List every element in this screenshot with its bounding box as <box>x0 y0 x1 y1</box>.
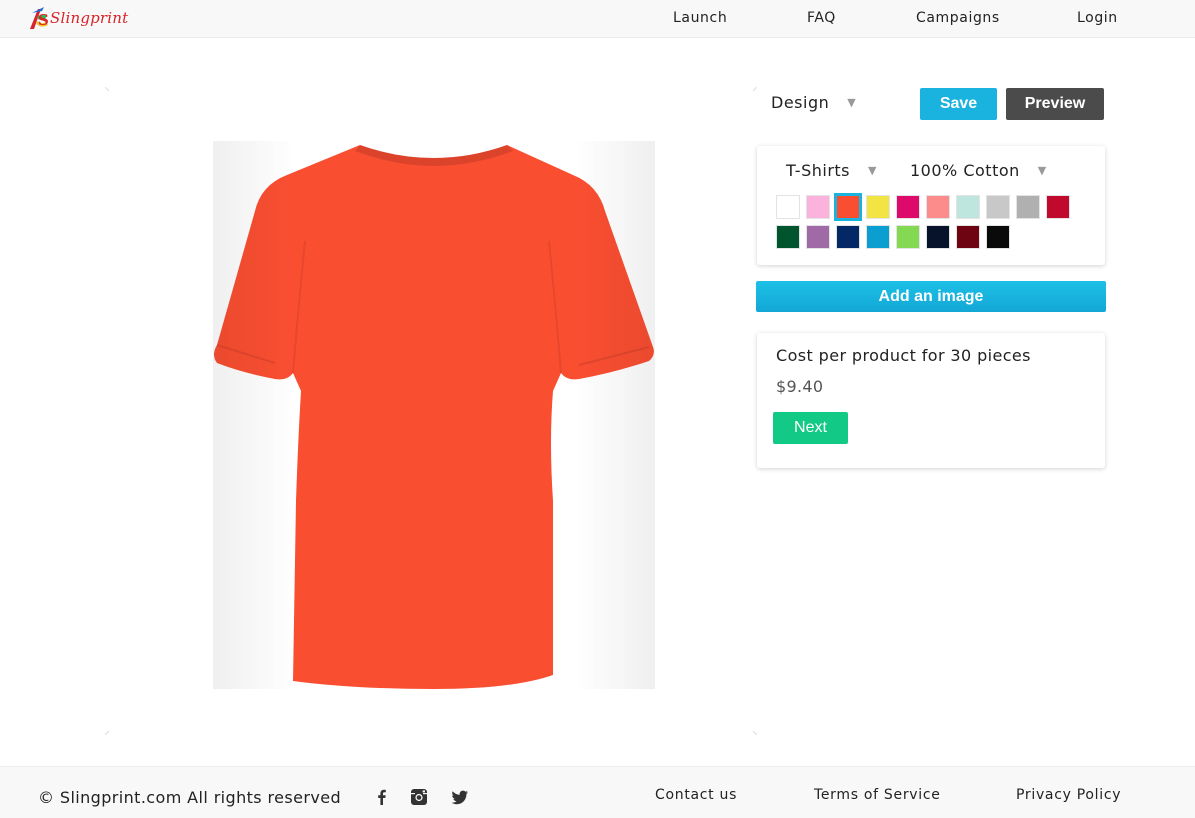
color-swatch[interactable] <box>926 225 950 249</box>
design-dropdown[interactable]: Design ▼ <box>771 93 856 112</box>
color-swatch-grid <box>776 193 1086 249</box>
chevron-down-icon: ▼ <box>847 96 857 109</box>
logo-text: Slingprint <box>50 9 129 27</box>
color-swatch[interactable] <box>806 225 830 249</box>
copyright-text: © Slingprint.com All rights reserved <box>38 788 342 807</box>
color-swatch[interactable] <box>1046 195 1070 219</box>
product-type-label: T-Shirts <box>786 161 851 180</box>
cost-card: Cost per product for 30 pieces $9.40 Nex… <box>757 333 1105 468</box>
color-swatch[interactable] <box>806 195 830 219</box>
canvas-corner-mark <box>752 730 757 735</box>
tshirt-mockup <box>213 141 655 689</box>
svg-text:S: S <box>38 11 49 29</box>
color-swatch[interactable] <box>896 195 920 219</box>
design-dropdown-label: Design <box>771 93 830 112</box>
nav-login[interactable]: Login <box>1077 10 1118 26</box>
facebook-icon[interactable] <box>373 788 391 806</box>
color-swatch[interactable] <box>836 225 860 249</box>
color-swatch[interactable] <box>866 195 890 219</box>
product-type-dropdown[interactable]: T-Shirts ▼ <box>786 161 877 180</box>
color-swatch[interactable] <box>866 225 890 249</box>
save-button[interactable]: Save <box>920 88 997 120</box>
instagram-icon[interactable] <box>410 788 428 806</box>
add-image-button[interactable]: Add an image <box>756 281 1106 312</box>
nav-faq[interactable]: FAQ <box>807 10 836 26</box>
canvas-corner-mark <box>105 87 110 92</box>
product-options-card: T-Shirts ▼ 100% Cotton ▼ <box>757 146 1105 265</box>
chevron-down-icon: ▼ <box>1037 164 1047 177</box>
color-swatch[interactable] <box>986 225 1010 249</box>
color-swatch[interactable] <box>986 195 1010 219</box>
next-button[interactable]: Next <box>773 412 848 444</box>
cost-label: Cost per product for 30 pieces <box>776 346 1031 365</box>
slingprint-logo-icon: S <box>30 7 49 29</box>
color-swatch[interactable] <box>776 225 800 249</box>
material-label: 100% Cotton <box>910 161 1020 180</box>
color-swatch[interactable] <box>926 195 950 219</box>
color-swatch[interactable] <box>896 225 920 249</box>
footer: © Slingprint.com All rights reserved Con… <box>0 766 1195 818</box>
canvas-corner-mark <box>105 730 110 735</box>
slingprint-logo[interactable]: S Slingprint <box>28 4 128 32</box>
color-swatch[interactable] <box>956 195 980 219</box>
nav-campaigns[interactable]: Campaigns <box>916 10 1000 26</box>
color-swatch[interactable] <box>776 195 800 219</box>
color-swatch[interactable] <box>956 225 980 249</box>
top-nav-bar: S Slingprint Launch FAQ Campaigns Login <box>0 0 1195 38</box>
twitter-icon[interactable] <box>451 788 469 806</box>
footer-link-terms[interactable]: Terms of Service <box>814 787 941 803</box>
design-canvas[interactable] <box>105 87 757 735</box>
canvas-corner-mark <box>752 87 757 92</box>
cost-price: $9.40 <box>776 377 824 396</box>
color-swatch[interactable] <box>1016 195 1040 219</box>
color-swatch[interactable] <box>834 193 862 221</box>
preview-button[interactable]: Preview <box>1006 88 1104 120</box>
footer-link-contact[interactable]: Contact us <box>655 787 737 803</box>
material-dropdown[interactable]: 100% Cotton ▼ <box>910 161 1047 180</box>
footer-link-privacy[interactable]: Privacy Policy <box>1016 787 1121 803</box>
nav-launch[interactable]: Launch <box>673 10 727 26</box>
chevron-down-icon: ▼ <box>868 164 877 177</box>
